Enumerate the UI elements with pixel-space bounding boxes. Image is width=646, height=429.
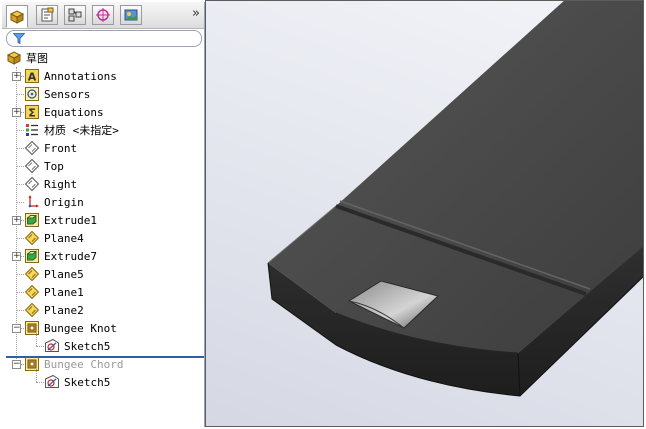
tree-item-label: Equations [44, 105, 104, 119]
tree-item-label: Origin [44, 195, 84, 209]
tree-item[interactable]: A Annotations [24, 67, 117, 85]
tree-item[interactable]: Origin [24, 193, 84, 211]
tab-display-manager[interactable] [120, 5, 142, 25]
part-icon [6, 51, 22, 65]
tree-item-label: Bungee Chord [44, 357, 124, 371]
tree-guide-line [16, 166, 24, 167]
tree-guide-line [36, 331, 37, 346]
annotations-icon: A [25, 69, 39, 84]
tree-guide-line [36, 346, 44, 347]
origin-icon [28, 195, 39, 208]
tab-dimxpert-manager[interactable] [92, 5, 114, 25]
manager-tab-bar: » [2, 2, 204, 29]
tab-configuration-manager[interactable] [64, 5, 86, 25]
extrude-icon [25, 249, 39, 263]
plane-icon [24, 140, 40, 156]
tree-guide-line [36, 367, 37, 382]
tree-item[interactable]: Extrude7 [24, 247, 97, 265]
tree-item-label: Bungee Knot [44, 321, 117, 335]
ref-plane-icon [24, 266, 40, 282]
tree-item[interactable]: Top [24, 157, 64, 175]
tree-item-label: Sketch5 [64, 375, 111, 389]
tree-item-label: Extrude7 [44, 249, 97, 263]
tree-item[interactable]: Front [24, 139, 77, 157]
tree-item-label: 材质 <未指定> [44, 124, 119, 137]
feature-manager-icon [9, 9, 25, 24]
tree-item[interactable]: Plane5 [24, 265, 84, 283]
tab-feature-manager[interactable] [6, 5, 28, 28]
tree-root-label: 草图 [26, 52, 48, 65]
tree-guide-line [16, 94, 24, 95]
display-manager-icon [124, 9, 138, 21]
tree-expand-toggle[interactable]: + [12, 252, 21, 261]
svg-text:Σ: Σ [28, 107, 36, 120]
tree-item-label: Plane4 [44, 231, 84, 245]
tree-root[interactable]: 草图 [6, 49, 48, 67]
tab-property-manager[interactable] [36, 5, 58, 25]
plane-icon [24, 176, 40, 192]
tree-item[interactable]: Bungee Knot [24, 319, 117, 337]
svg-text:A: A [28, 71, 37, 84]
tree-item-label: Plane1 [44, 285, 84, 299]
tree-expand-toggle[interactable]: + [12, 108, 21, 117]
tree-item[interactable]: Σ Equations [24, 103, 104, 121]
equations-icon: Σ [25, 105, 39, 120]
feature-manager-panel: » 草图 + A Annotations Sensors + Σ Equations 材质 <未… [2, 2, 205, 427]
tree-item[interactable]: Sketch5 [44, 337, 110, 355]
tree-item-label: Right [44, 177, 78, 191]
cut-icon [25, 321, 39, 335]
tree-item[interactable]: 材质 <未指定> [24, 121, 119, 139]
tree-filter-input[interactable] [6, 30, 202, 47]
ref-plane-icon [24, 284, 40, 300]
sketch-icon [45, 338, 59, 352]
3d-part-model [267, 1, 643, 397]
sketch-icon [45, 374, 59, 388]
tree-expand-toggle[interactable]: + [12, 72, 21, 81]
tree-item[interactable]: Plane1 [24, 283, 84, 301]
dimxpert-manager-icon [96, 8, 110, 22]
tree-item-label: Sensors [44, 87, 91, 101]
tree-item-label: Front [44, 141, 78, 155]
tab-overflow-button[interactable]: » [192, 6, 200, 21]
tree-item-label: Sketch5 [64, 339, 111, 353]
tree-item[interactable]: Right [24, 175, 77, 193]
configuration-manager-icon [68, 8, 82, 22]
tree-guide-line [16, 184, 24, 185]
tree-guide-line [16, 148, 24, 149]
tree-item[interactable]: Sensors [24, 85, 90, 103]
tree-guide-line [16, 202, 24, 203]
tree-item[interactable]: Extrude1 [24, 211, 97, 229]
sensors-icon [25, 87, 39, 101]
tree-item[interactable]: Plane4 [24, 229, 84, 247]
ref-plane-icon [24, 302, 40, 318]
tree-item-label: Annotations [44, 69, 117, 83]
ref-plane-icon [24, 230, 40, 246]
tree-guide-line [16, 292, 24, 293]
tree-guide-line [16, 130, 24, 131]
property-manager-icon [41, 7, 54, 22]
tree-guide-line [16, 274, 24, 275]
tree-item[interactable]: Plane2 [24, 301, 84, 319]
plane-icon [24, 158, 40, 174]
tree-expand-toggle[interactable]: − [12, 360, 21, 369]
tree-item-label: Top [44, 159, 64, 173]
tree-item-label: Plane5 [44, 267, 84, 281]
tree-item-label: Extrude1 [44, 213, 97, 227]
material-icon [26, 124, 38, 136]
tree-item-label: Plane2 [44, 303, 84, 317]
extrude-icon [25, 213, 39, 227]
tree-expand-toggle[interactable]: − [12, 324, 21, 333]
tree-guide-line [36, 382, 44, 383]
tree-guide-line [16, 310, 24, 311]
tree-expand-toggle[interactable]: + [12, 216, 21, 225]
filter-icon [13, 33, 25, 44]
cut-icon [25, 357, 39, 371]
tree-guide-line [16, 238, 24, 239]
tree-item[interactable]: Sketch5 [44, 373, 110, 391]
graphics-viewport[interactable] [205, 0, 644, 427]
rollback-bar[interactable] [6, 356, 204, 358]
